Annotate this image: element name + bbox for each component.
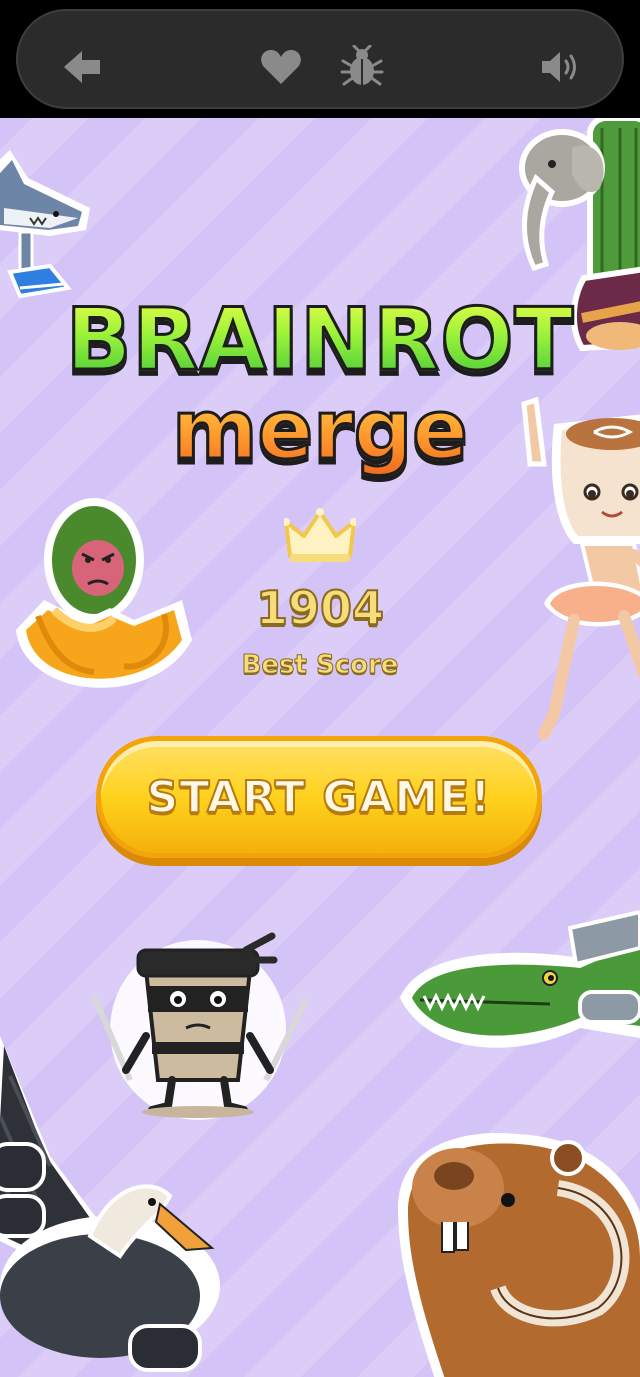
game-title-line2: merge: [0, 384, 640, 477]
best-score-label: Best Score: [241, 650, 399, 681]
top-bar: [0, 0, 640, 118]
start-game-label: START GAME!: [146, 771, 492, 824]
capybara-sticker: [398, 1128, 640, 1377]
back-arrow-icon[interactable]: [60, 45, 104, 89]
heart-icon[interactable]: [259, 45, 303, 89]
bomber-goose-sticker: [0, 1036, 230, 1377]
toolbar-pill: [16, 9, 624, 109]
start-game-button[interactable]: START GAME!: [96, 736, 542, 858]
crown-icon: [282, 508, 358, 564]
crocodile-jet-sticker: [400, 908, 640, 1068]
best-score-value: 1904: [255, 580, 385, 636]
speaker-icon[interactable]: [538, 45, 582, 89]
game-title-line1: BRAINROT: [0, 289, 640, 392]
game-menu: BRAINROT merge 1904 Best Score START GAM…: [0, 118, 640, 1377]
bug-icon[interactable]: [340, 45, 384, 89]
